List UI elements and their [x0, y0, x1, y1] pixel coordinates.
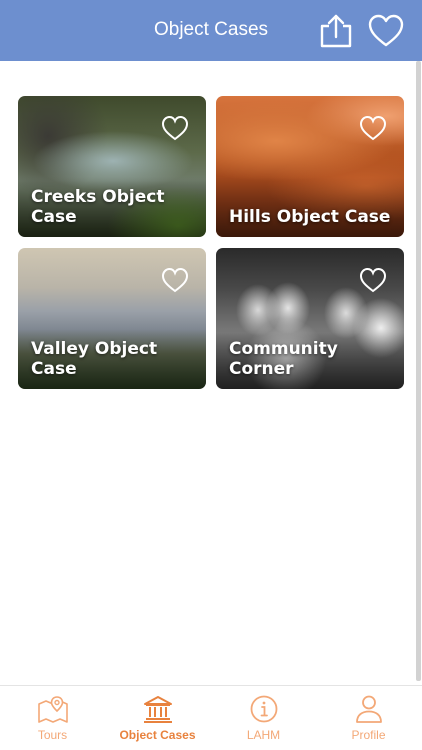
- heart-outline-icon[interactable]: [161, 267, 189, 293]
- object-case-card-creeks[interactable]: Creeks Object Case: [18, 96, 206, 237]
- share-upload-icon: [320, 14, 352, 48]
- tab-label: Object Cases: [119, 728, 196, 742]
- card-title: Community Corner: [229, 339, 338, 379]
- tab-label: Profile: [351, 728, 386, 742]
- heart-outline-icon[interactable]: [161, 115, 189, 141]
- card-title: Creeks Object Case: [31, 187, 165, 227]
- card-title: Hills Object Case: [229, 207, 391, 227]
- heart-outline-icon[interactable]: [359, 267, 387, 293]
- map-pin-icon: [38, 696, 68, 723]
- favorites-button[interactable]: [367, 12, 405, 50]
- heart-outline-icon: [368, 14, 404, 47]
- page-title: Object Cases: [153, 19, 269, 40]
- person-icon: [356, 695, 382, 723]
- app-header: Object Cases: [0, 0, 422, 61]
- tab-label: LAHM: [246, 728, 281, 742]
- object-case-card-valley[interactable]: Valley Object Case: [18, 248, 206, 389]
- bottom-tab-bar: Tours Object Cases LAHM Profile: [0, 685, 422, 750]
- card-title: Valley Object Case: [31, 339, 158, 379]
- tab-tours[interactable]: Tours: [0, 686, 105, 750]
- share-button[interactable]: [317, 12, 355, 50]
- object-case-card-community[interactable]: Community Corner: [216, 248, 404, 389]
- object-case-card-hills[interactable]: Hills Object Case: [216, 96, 404, 237]
- tab-label: Tours: [37, 728, 68, 742]
- tab-profile[interactable]: Profile: [316, 686, 421, 750]
- tab-object-cases[interactable]: Object Cases: [105, 686, 210, 750]
- tab-lahm[interactable]: LAHM: [211, 686, 316, 750]
- info-circle-icon: [250, 695, 278, 723]
- heart-outline-icon[interactable]: [359, 115, 387, 141]
- museum-building-icon: [144, 696, 172, 723]
- scrollbar[interactable]: [416, 61, 421, 681]
